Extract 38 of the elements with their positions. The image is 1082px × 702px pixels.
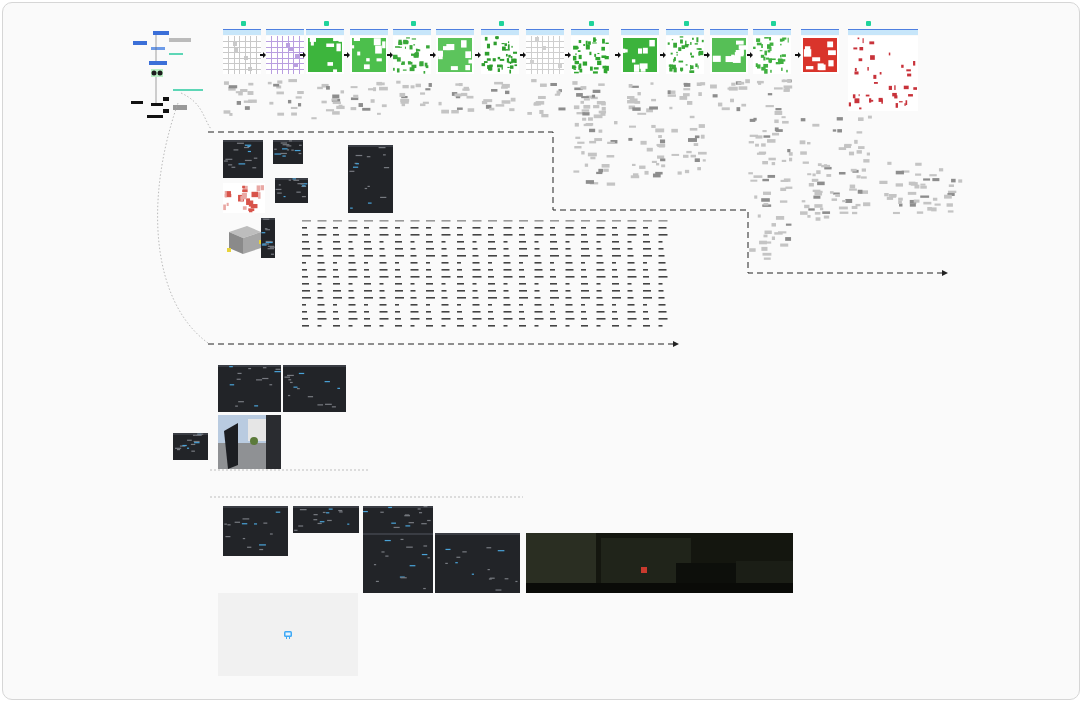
header-bar bbox=[393, 29, 431, 35]
arrow-icon bbox=[430, 52, 436, 58]
image-icon bbox=[283, 629, 293, 640]
header-bar bbox=[526, 29, 564, 35]
header-bar bbox=[266, 29, 304, 35]
arrow-icon bbox=[260, 52, 266, 58]
header-bar bbox=[801, 29, 839, 35]
header-bar bbox=[621, 29, 659, 35]
header-bar bbox=[306, 29, 344, 35]
arrow-icon bbox=[704, 52, 710, 58]
arrow-icon bbox=[520, 52, 526, 58]
header-bar bbox=[571, 29, 609, 35]
section-marker-icon bbox=[589, 21, 594, 26]
arrow-icon bbox=[387, 52, 393, 58]
header-bar bbox=[223, 29, 261, 35]
header-bar bbox=[481, 29, 519, 35]
arrow-icon bbox=[747, 52, 753, 58]
section-marker-icon bbox=[771, 21, 776, 26]
node-graph-drawing bbox=[666, 79, 706, 121]
header-bar bbox=[848, 29, 918, 35]
arrow-icon bbox=[300, 52, 306, 58]
arrow-icon bbox=[565, 52, 571, 58]
section-marker-icon bbox=[324, 21, 329, 26]
header-bar bbox=[350, 29, 388, 35]
header-bar bbox=[436, 29, 474, 35]
section-marker-icon bbox=[866, 21, 871, 26]
arrow-icon bbox=[344, 52, 350, 58]
arrow-icon bbox=[660, 52, 666, 58]
arrow-icon bbox=[615, 52, 621, 58]
section-marker-icon bbox=[241, 21, 246, 26]
header-bar bbox=[753, 29, 791, 35]
header-bar bbox=[710, 29, 748, 35]
section-marker-icon bbox=[684, 21, 689, 26]
arrow-icon bbox=[795, 52, 801, 58]
header-bar bbox=[666, 29, 704, 35]
section-marker-icon bbox=[411, 21, 416, 26]
arrow-icon bbox=[475, 52, 481, 58]
section-marker-icon bbox=[499, 21, 504, 26]
